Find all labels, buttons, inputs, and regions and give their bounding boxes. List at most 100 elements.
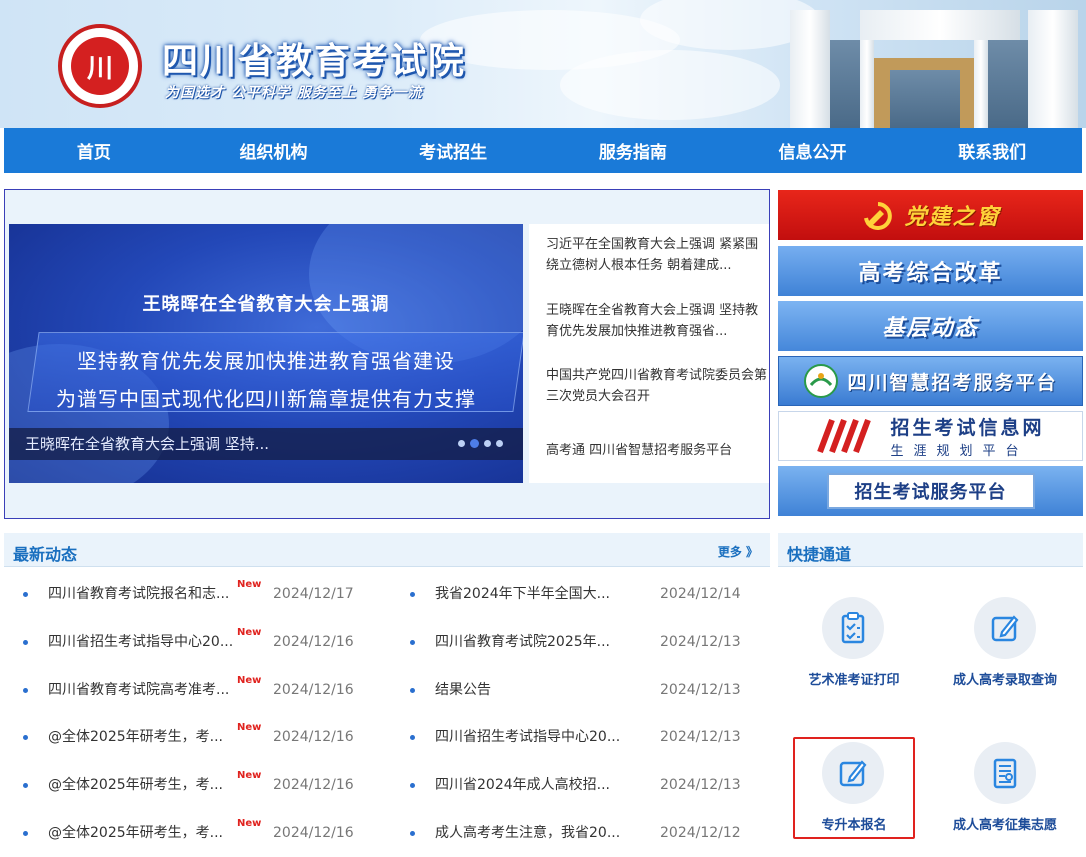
news-item-date: 2024/12/13 — [660, 634, 741, 650]
edit-icon[interactable] — [974, 597, 1036, 659]
quick-item-adult-exam-solicitation[interactable]: 成人高考征集志愿 — [940, 814, 1070, 833]
bullet-icon — [23, 688, 28, 693]
bullet-icon — [410, 831, 415, 836]
news-item-title[interactable]: 四川省招生考试指导中心20... — [435, 727, 620, 747]
more-link[interactable]: 更多 》 — [718, 543, 758, 560]
nav-item-home[interactable]: 首页 — [4, 128, 184, 173]
quick-channel-header: 快捷通道 — [778, 533, 1083, 567]
news-item-title[interactable]: @全体2025年研考生，考... — [48, 775, 223, 795]
header-banner: 川 四川省教育考试院 为国选才 公平科学 服务至上 勇争一流 — [0, 0, 1086, 128]
network-logo-icon — [817, 418, 872, 454]
nav-item-organization[interactable]: 组织机构 — [184, 128, 364, 173]
banner-sublabel: 生涯规划平台 — [890, 444, 1029, 459]
news-item-date: 2024/12/14 — [660, 586, 741, 602]
news-item-date: 2024/12/13 — [660, 729, 741, 745]
slide-headline: 王晓晖在全省教育大会上强调 — [142, 294, 390, 315]
news-item-date: 2024/12/13 — [660, 682, 741, 698]
news-item-title[interactable]: @全体2025年研考生，考... — [48, 823, 223, 843]
feature-news-list: 习近平在全国教育大会上强调 紧紧围绕立德树人根本任务 朝着建成... 王晓晖在全… — [529, 224, 769, 483]
slide-line-2: 为谱写中国式现代化四川新篇章提供有力支撑 — [56, 387, 476, 411]
bullet-icon — [410, 592, 415, 597]
platform-logo-icon — [804, 364, 839, 398]
banner-label: 招生考试服务平台 — [826, 473, 1035, 509]
news-item-date: 2024/12/16 — [273, 777, 354, 793]
institute-seal-icon: 川 — [71, 37, 129, 95]
slider-dot[interactable] — [458, 440, 465, 447]
slider-dot[interactable] — [484, 440, 491, 447]
news-item-date: 2024/12/16 — [273, 825, 354, 841]
nav-item-contact[interactable]: 联系我们 — [902, 128, 1082, 173]
slide-caption[interactable]: 王晓晖在全省教育大会上强调 坚持... — [9, 428, 523, 460]
news-item-date: 2024/12/16 — [273, 729, 354, 745]
news-item-title[interactable]: @全体2025年研考生，考... — [48, 727, 223, 747]
feature-news-item[interactable]: 王晓晖在全省教育大会上强调 坚持教育优先发展加快推进教育强省... — [546, 300, 768, 342]
grassroots-news-banner[interactable]: 基层动态 — [778, 301, 1083, 351]
feature-news-item[interactable]: 习近平在全国教育大会上强调 紧紧围绕立德树人根本任务 朝着建成... — [546, 234, 768, 276]
slide-line-1: 坚持教育优先发展加快推进教育强省建设 — [77, 349, 455, 373]
building-image — [770, 10, 1086, 128]
feature-news-item[interactable]: 中国共产党四川省教育考试院委员会第三次党员大会召开 — [546, 365, 768, 407]
slider-dot-active[interactable] — [470, 439, 479, 448]
news-item-title[interactable]: 四川省教育考试院高考准考... — [48, 680, 229, 700]
banner-label: 基层动态 — [882, 316, 979, 341]
news-item-title[interactable]: 四川省教育考试院2025年... — [435, 632, 610, 652]
site-slogan: 为国选才 公平科学 服务至上 勇争一流 — [165, 85, 423, 101]
news-item-date: 2024/12/12 — [660, 825, 741, 841]
news-item-title[interactable]: 我省2024年下半年全国大... — [435, 584, 610, 604]
bullet-icon — [23, 592, 28, 597]
news-item-date: 2024/12/16 — [273, 682, 354, 698]
document-icon[interactable] — [974, 742, 1036, 804]
nav-item-info-disclosure[interactable]: 信息公开 — [723, 128, 903, 173]
bullet-icon — [410, 688, 415, 693]
news-item-title[interactable]: 四川省2024年成人高校招... — [435, 775, 610, 795]
banner-label: 四川智慧招考服务平台 — [847, 371, 1058, 394]
exam-info-network-banner[interactable]: 招生考试信息网 生涯规划平台 — [778, 411, 1083, 461]
bullet-icon — [23, 735, 28, 740]
site-title: 四川省教育考试院 — [162, 41, 467, 82]
new-badge: New — [237, 770, 262, 781]
main-nav: 首页 组织机构 考试招生 服务指南 信息公开 联系我们 — [4, 128, 1082, 173]
news-item-title[interactable]: 结果公告 — [435, 680, 491, 700]
banner-label: 高考综合改革 — [858, 261, 1003, 286]
news-item-title[interactable]: 成人高考考生注意，我省20... — [435, 823, 620, 843]
news-item-title[interactable]: 四川省招生考试指导中心20... — [48, 632, 233, 652]
feature-news-item[interactable]: 高考通 四川省智慧招考服务平台 — [546, 440, 768, 461]
new-badge: New — [237, 627, 262, 638]
bullet-icon — [23, 831, 28, 836]
slider-dots — [458, 439, 503, 448]
news-item-date: 2024/12/16 — [273, 634, 354, 650]
news-item-date: 2024/12/17 — [273, 586, 354, 602]
smart-exam-platform-banner[interactable]: 四川智慧招考服务平台 — [778, 356, 1083, 406]
gaokao-reform-banner[interactable]: 高考综合改革 — [778, 246, 1083, 296]
banner-label: 招生考试信息网 — [890, 417, 1045, 439]
quick-item-adult-exam-admission[interactable]: 成人高考录取查询 — [940, 669, 1070, 688]
nav-item-service-guide[interactable]: 服务指南 — [543, 128, 723, 173]
image-slider[interactable]: 王晓晖在全省教育大会上强调 坚持教育优先发展加快推进教育强省建设 为谱写中国式现… — [9, 224, 523, 483]
party-building-banner[interactable]: 党建之窗 — [778, 190, 1083, 240]
bullet-icon — [410, 640, 415, 645]
selection-highlight-box — [793, 737, 915, 839]
slider-dot[interactable] — [496, 440, 503, 447]
bullet-icon — [23, 640, 28, 645]
new-badge: New — [237, 818, 262, 829]
new-badge: New — [237, 675, 262, 686]
exam-service-platform-banner[interactable]: 招生考试服务平台 — [778, 466, 1083, 516]
banner-label: 党建之窗 — [904, 205, 1001, 230]
cloud-decoration — [560, 50, 780, 120]
quick-channel-title: 快捷通道 — [787, 545, 852, 564]
bullet-icon — [410, 735, 415, 740]
news-item-date: 2024/12/13 — [660, 777, 741, 793]
news-header: 最新动态 更多 》 — [4, 533, 770, 567]
nav-item-exams[interactable]: 考试招生 — [363, 128, 543, 173]
news-item-title[interactable]: 四川省教育考试院报名和志... — [48, 584, 229, 604]
party-emblem-icon — [864, 202, 893, 230]
feature-box: 王晓晖在全省教育大会上强调 坚持教育优先发展加快推进教育强省建设 为谱写中国式现… — [4, 189, 770, 519]
bullet-icon — [410, 783, 415, 788]
quick-item-art-admission-print[interactable]: 艺术准考证打印 — [793, 669, 915, 688]
clipboard-check-icon[interactable] — [822, 597, 884, 659]
news-title: 最新动态 — [13, 545, 78, 564]
new-badge: New — [237, 722, 262, 733]
new-badge: New — [237, 579, 262, 590]
institute-logo[interactable]: 川 — [58, 24, 142, 108]
bullet-icon — [23, 783, 28, 788]
